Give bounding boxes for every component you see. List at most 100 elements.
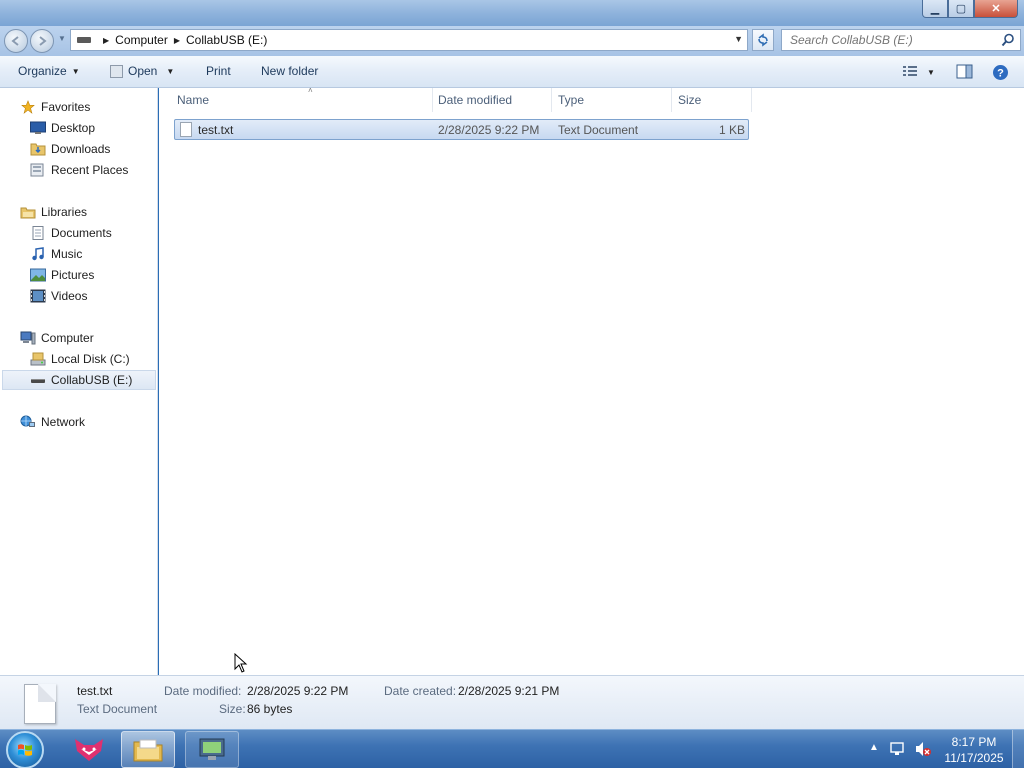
nav-libraries-label: Libraries — [41, 205, 88, 219]
drive-icon — [77, 37, 91, 43]
file-list-pane[interactable]: Name ˄ Date modified Type Size test.txt … — [159, 86, 1024, 675]
chevron-down-icon: ▼ — [71, 66, 80, 76]
nav-favorites[interactable]: Favorites — [20, 97, 90, 117]
nav-desktop[interactable]: Desktop — [30, 118, 95, 138]
videos-icon — [30, 289, 46, 303]
nav-local-disk[interactable]: Local Disk (C:) — [30, 349, 130, 369]
column-header-date-modified-label: Date modified — [438, 93, 513, 107]
column-header-date-modified[interactable]: Date modified — [432, 88, 552, 112]
chevron-right-icon[interactable]: ▶ — [103, 36, 109, 45]
nav-network[interactable]: Network — [20, 412, 85, 432]
column-header-type[interactable]: Type — [552, 88, 672, 112]
nav-libraries[interactable]: Libraries — [20, 202, 87, 222]
search-input[interactable] — [782, 30, 992, 50]
recent-pages-dropdown-icon[interactable]: ▼ — [58, 34, 66, 43]
nav-favorites-label: Favorites — [41, 100, 91, 114]
show-hidden-icons-button[interactable]: ▲ — [869, 742, 879, 753]
nav-videos-label: Videos — [51, 289, 88, 303]
chevron-right-icon[interactable]: ▶ — [174, 36, 180, 45]
breadcrumb-collabusb[interactable]: CollabUSB (E:) — [186, 33, 267, 47]
details-filename: test.txt — [77, 684, 113, 698]
start-button[interactable] — [6, 731, 44, 768]
taskbar-app-fox[interactable] — [62, 731, 116, 768]
nav-collabusb[interactable]: CollabUSB (E:) — [2, 370, 156, 390]
windows-logo-icon — [18, 744, 32, 756]
back-arrow-icon — [11, 36, 19, 46]
refresh-icon — [758, 33, 768, 47]
chevron-down-icon: ▼ — [166, 66, 175, 76]
new-folder-button[interactable]: New folder — [261, 64, 318, 78]
column-header-type-label: Type — [558, 93, 585, 107]
print-label: Print — [206, 64, 231, 78]
address-row: ▼ ▶ Computer ▶ CollabUSB (E:) ▼ — [0, 26, 1024, 56]
maximize-button[interactable]: ▢ — [948, 0, 974, 18]
show-desktop-button[interactable] — [1012, 730, 1024, 768]
network-monitor-icon — [199, 738, 225, 760]
documents-icon — [32, 226, 44, 240]
help-button[interactable]: ? — [992, 64, 1009, 84]
file-row[interactable]: test.txt 2/28/2025 9:22 PM Text Document… — [174, 119, 749, 140]
minimize-button[interactable]: ▁ — [922, 0, 948, 18]
fox-app-icon — [75, 738, 103, 761]
nav-videos[interactable]: Videos — [30, 286, 87, 306]
nav-downloads-label: Downloads — [51, 142, 111, 156]
nav-recent-places-label: Recent Places — [51, 163, 129, 177]
details-date-created: 2/28/2025 9:21 PM — [458, 684, 560, 698]
details-view-icon — [903, 66, 917, 76]
open-button[interactable]: Open ▼ — [110, 64, 174, 78]
navigation-pane: Favorites Desktop Downloads Recent Place… — [0, 88, 158, 675]
organize-label: Organize — [18, 64, 67, 78]
column-header-size[interactable]: Size — [672, 88, 752, 112]
column-header-name-label: Name — [177, 93, 210, 107]
nav-music[interactable]: Music — [30, 244, 82, 264]
close-button[interactable]: ✕ — [974, 0, 1018, 18]
desktop-icon — [30, 121, 46, 134]
system-clock[interactable]: 8:17 PM 11/17/2025 — [938, 734, 1010, 766]
nav-documents-label: Documents — [51, 226, 112, 240]
back-button[interactable] — [4, 29, 28, 53]
command-bar: Organize ▼ Open ▼ Print New folder ▼ ? — [0, 56, 1024, 88]
view-options-dropdown-icon[interactable]: ▼ — [927, 68, 935, 77]
change-view-button[interactable] — [902, 64, 918, 81]
clock-date: 11/17/2025 — [944, 751, 1004, 765]
help-icon: ? — [993, 65, 1008, 80]
address-dropdown-icon[interactable]: ▼ — [734, 34, 743, 44]
nav-pictures[interactable]: Pictures — [30, 265, 94, 285]
nav-music-label: Music — [51, 247, 83, 261]
refresh-button[interactable] — [752, 29, 774, 51]
organize-button[interactable]: Organize ▼ — [18, 64, 80, 78]
new-folder-label: New folder — [261, 64, 319, 78]
nav-downloads[interactable]: Downloads — [30, 139, 110, 159]
file-type: Text Document — [558, 123, 639, 137]
file-date-modified: 2/28/2025 9:22 PM — [438, 123, 540, 137]
search-icon[interactable] — [1001, 33, 1015, 47]
details-size-label: Size: — [219, 702, 246, 716]
details-pane: test.txt Text Document Date modified: 2/… — [0, 675, 1024, 729]
preview-pane-icon — [956, 64, 973, 79]
local-disk-icon — [30, 352, 46, 366]
forward-arrow-icon — [39, 36, 47, 46]
star-icon — [21, 100, 35, 114]
libraries-icon — [20, 207, 36, 219]
preview-pane-button[interactable] — [956, 64, 973, 82]
nav-desktop-label: Desktop — [51, 121, 96, 135]
window-title-bar[interactable]: ▁ ▢ ✕ — [0, 0, 1024, 26]
forward-button[interactable] — [30, 29, 54, 53]
nav-recent-places[interactable]: Recent Places — [30, 160, 128, 180]
taskbar-windows-explorer[interactable] — [121, 731, 175, 768]
file-name: test.txt — [198, 123, 234, 137]
column-header-name[interactable]: Name ˄ — [171, 86, 433, 112]
breadcrumb-computer[interactable]: Computer — [115, 33, 168, 47]
volume-muted-icon[interactable] — [914, 741, 932, 757]
nav-computer[interactable]: Computer — [20, 328, 94, 348]
nav-documents[interactable]: Documents — [30, 223, 112, 243]
search-box[interactable] — [781, 29, 1021, 51]
folder-icon — [133, 739, 163, 761]
taskbar-network-app[interactable] — [185, 731, 239, 768]
network-status-icon[interactable] — [890, 742, 906, 757]
details-date-modified: 2/28/2025 9:22 PM — [247, 684, 349, 698]
window-controls: ▁ ▢ ✕ — [922, 0, 1018, 18]
usb-drive-icon — [31, 379, 45, 383]
address-bar[interactable]: ▶ Computer ▶ CollabUSB (E:) ▼ — [70, 29, 748, 51]
print-button[interactable]: Print — [206, 64, 231, 78]
